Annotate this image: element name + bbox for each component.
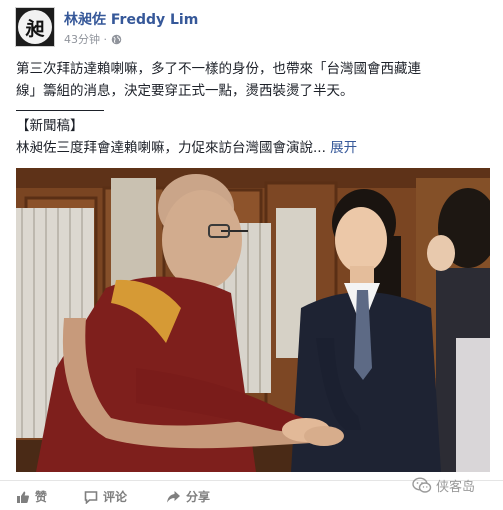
watermark-label: 侠客岛: [436, 480, 476, 495]
post-body-line: 線」籌組的消息，決定要穿正式一點，燙西裝燙了半天。: [16, 83, 354, 99]
share-label: 分享: [186, 490, 211, 504]
press-release-tag: 【新聞稿】: [16, 118, 84, 134]
post-photo[interactable]: [16, 168, 490, 472]
press-release-summary: 林昶佐三度拜會達賴喇嘛，力促來訪台灣國會演說... 展开: [16, 137, 496, 159]
author-avatar[interactable]: 昶: [15, 7, 55, 47]
author-name[interactable]: 林昶佐 Freddy Lim: [64, 9, 198, 29]
thumbs-up-icon: [17, 491, 29, 503]
facebook-post: 昶 林昶佐 Freddy Lim 43分钟 · 第三次拜訪達賴喇嘛，多了不一樣的…: [0, 0, 503, 510]
expand-link[interactable]: 展开: [330, 140, 357, 156]
share-button[interactable]: 分享: [166, 488, 210, 505]
post-body-line: 第三次拜訪達賴喇嘛，多了不一樣的身份，也帶來「台灣國會西藏連: [16, 61, 421, 77]
comment-button[interactable]: 评论: [84, 488, 127, 505]
post-meta: 43分钟 ·: [64, 31, 122, 47]
comment-label: 评论: [103, 490, 128, 504]
globe-icon[interactable]: [111, 34, 122, 45]
avatar-glyph: 昶: [25, 17, 45, 40]
text-divider: [16, 110, 104, 111]
like-button[interactable]: 赞: [16, 488, 47, 505]
press-release-text: 林昶佐三度拜會達賴喇嘛，力促來訪台灣國會演說...: [16, 140, 326, 156]
share-icon: [167, 490, 180, 502]
photo-illustration: [16, 168, 490, 472]
post-body: 第三次拜訪達賴喇嘛，多了不一樣的身份，也帶來「台灣國會西藏連 線」籌組的消息，決…: [16, 58, 492, 102]
wechat-icon: [412, 477, 432, 493]
watermark: 侠客岛: [412, 476, 475, 495]
post-time[interactable]: 43分钟 ·: [64, 31, 107, 47]
like-label: 赞: [35, 490, 48, 504]
avatar-logo: 昶: [18, 10, 52, 44]
comment-icon: [84, 490, 98, 504]
